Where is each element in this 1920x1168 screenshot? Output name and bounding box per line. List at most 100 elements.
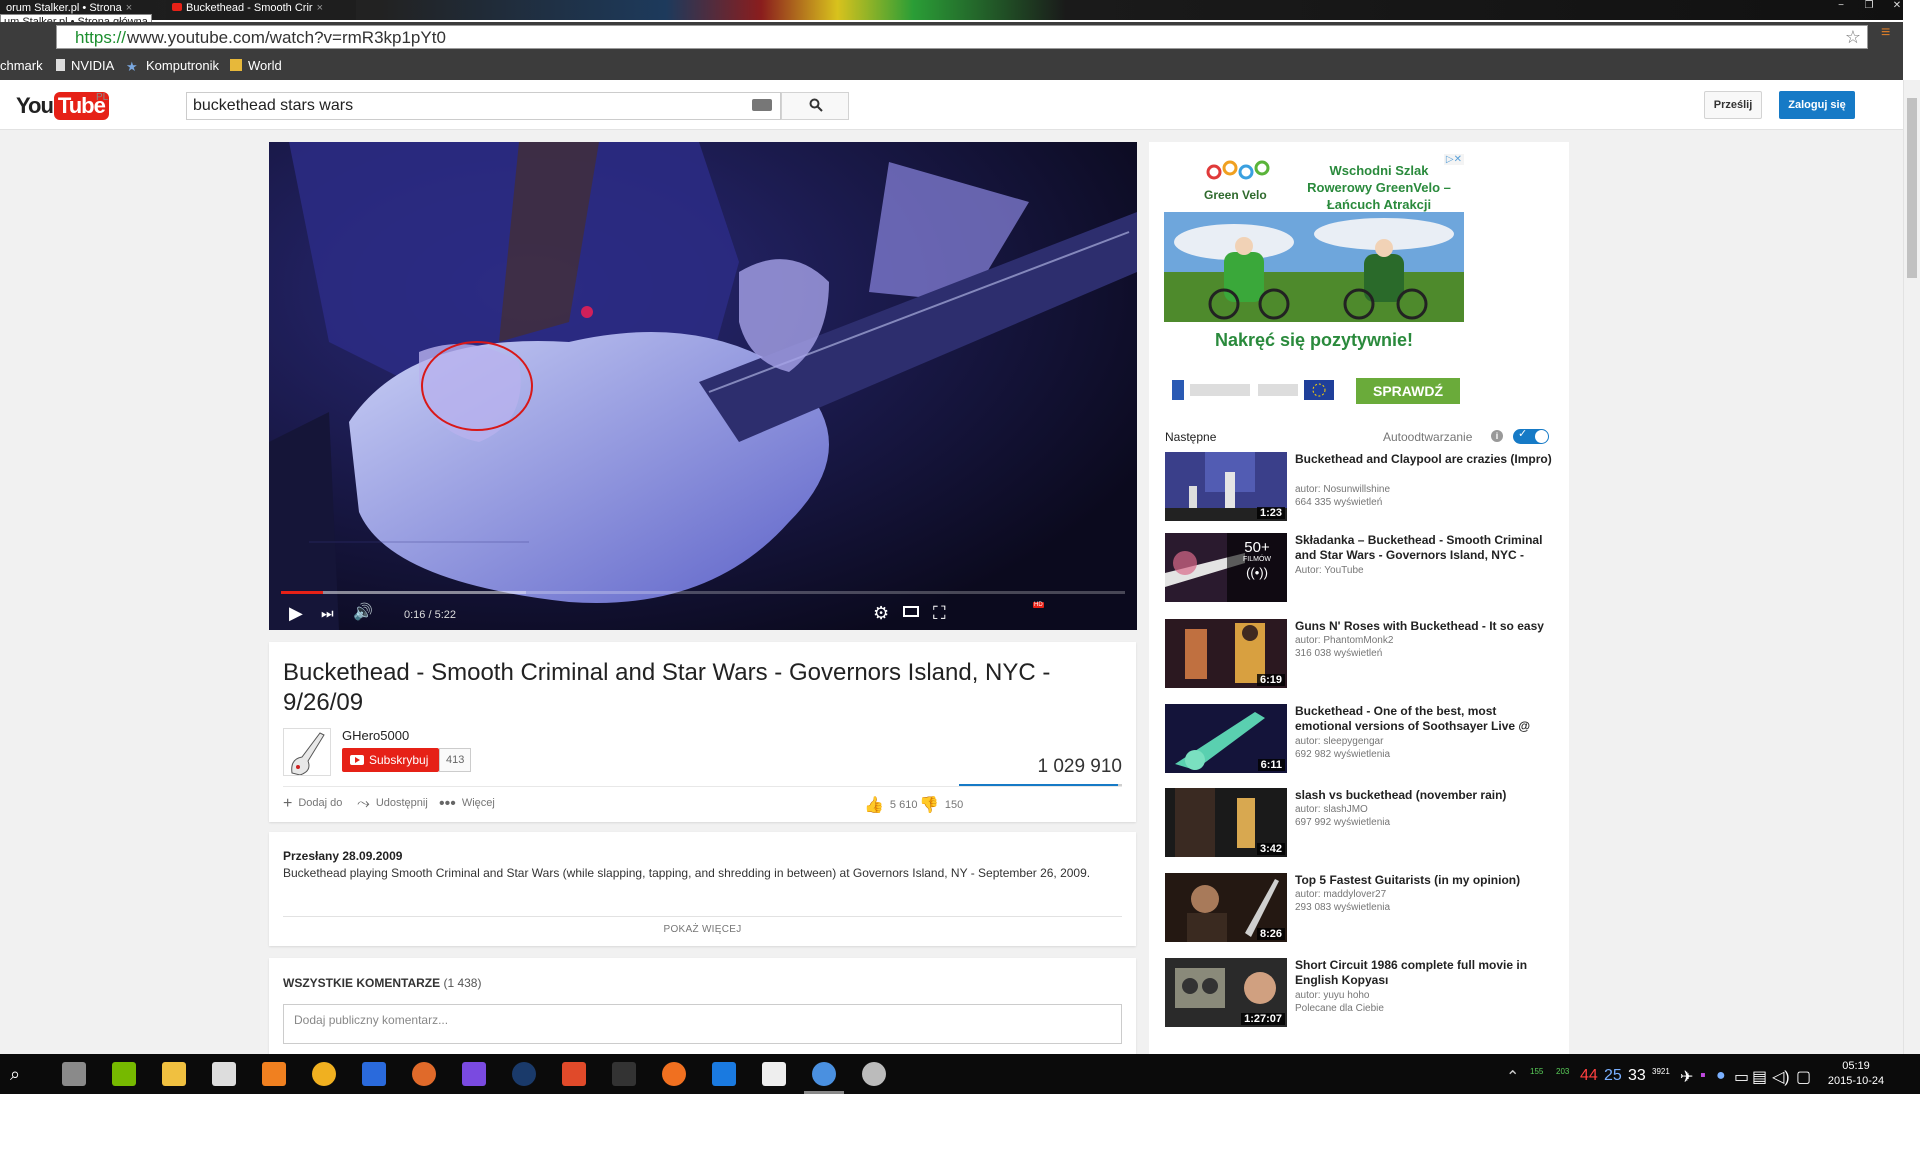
- next-icon[interactable]: ⏭: [321, 602, 334, 624]
- video-views: Polecane dla Ciebie: [1295, 1003, 1384, 1014]
- recommended-playlist[interactable]: 50+ FILMÓW ((•)) Składanka – Buckethead …: [1165, 533, 1555, 603]
- channel-name[interactable]: GHero5000: [342, 728, 409, 743]
- nvidia-icon[interactable]: [112, 1062, 136, 1086]
- check-icon: ✓: [1518, 428, 1528, 440]
- task-view-icon[interactable]: [62, 1062, 86, 1086]
- video-thumbnail[interactable]: 6:11: [1165, 704, 1287, 773]
- video-player[interactable]: ▶ ⏭ 🔊 0:16 / 5:22 ⚙ HD ⛶: [269, 142, 1137, 630]
- like-button[interactable]: 👍 5 610: [864, 795, 917, 815]
- share-label: Udostępnij: [375, 797, 428, 809]
- app-icon[interactable]: [312, 1062, 336, 1086]
- scrollbar-thumb[interactable]: [1907, 98, 1917, 278]
- bookmark-star-icon[interactable]: ☆: [1845, 27, 1861, 48]
- ad-cta-button[interactable]: SPRAWDŹ: [1356, 378, 1460, 404]
- channel-avatar[interactable]: [283, 728, 331, 776]
- show-more-button[interactable]: POKAŻ WIĘCEJ: [269, 924, 1136, 935]
- search-icon[interactable]: ⌕: [10, 1062, 34, 1086]
- recommended-video[interactable]: 3:42 slash vs buckethead (november rain)…: [1165, 788, 1555, 858]
- comment-input[interactable]: Dodaj publiczny komentarz...: [283, 1004, 1122, 1044]
- browser-tab-strip: orum Stalker.pl • Strona × Buckethead - S…: [0, 0, 1903, 20]
- settings-gear-icon[interactable]: ⚙: [873, 602, 889, 624]
- bookmark-item-komputronik[interactable]: ★ Komputronik: [126, 58, 219, 73]
- video-thumbnail[interactable]: 1:23: [1165, 452, 1287, 521]
- progress-bar[interactable]: [281, 591, 1125, 594]
- address-bar[interactable]: https:// www.youtube.com/watch?v=rmR3kp1…: [56, 25, 1868, 49]
- network-icon[interactable]: ▤: [1752, 1067, 1767, 1087]
- app-icon[interactable]: [612, 1062, 636, 1086]
- youtube-logo[interactable]: You Tube: [16, 92, 109, 120]
- firefox-icon[interactable]: [662, 1062, 686, 1086]
- video-thumbnail[interactable]: 6:19: [1165, 619, 1287, 688]
- app-icon[interactable]: [862, 1062, 886, 1086]
- clock-time[interactable]: 05:19: [1826, 1060, 1886, 1072]
- playlist-thumbnail[interactable]: 50+ FILMÓW ((•)): [1165, 533, 1287, 602]
- video-title[interactable]: slash vs buckethead (november rain): [1295, 788, 1555, 803]
- volume-icon[interactable]: 🔊: [353, 602, 373, 624]
- steam-icon[interactable]: [512, 1062, 536, 1086]
- clock-date[interactable]: 2015-10-24: [1826, 1075, 1886, 1087]
- notifications-icon[interactable]: ▢: [1796, 1067, 1811, 1087]
- bookmark-item[interactable]: chmark: [0, 58, 43, 73]
- subscribe-button[interactable]: Subskrybuj: [342, 748, 439, 772]
- minimize-button[interactable]: −: [1828, 0, 1854, 14]
- edge-icon[interactable]: [712, 1062, 736, 1086]
- video-title[interactable]: Buckethead and Claypool are crazies (Imp…: [1295, 452, 1555, 467]
- mail-icon[interactable]: [762, 1062, 786, 1086]
- fullscreen-icon[interactable]: ⛶: [933, 602, 946, 624]
- video-title[interactable]: Składanka – Buckethead - Smooth Criminal…: [1295, 533, 1555, 563]
- keyboard-icon[interactable]: [752, 99, 772, 111]
- steam-tray-icon[interactable]: ●: [1716, 1067, 1726, 1085]
- video-title[interactable]: Buckethead - One of the best, most emoti…: [1295, 704, 1555, 734]
- signin-button[interactable]: Zaloguj się: [1779, 91, 1855, 119]
- video-thumbnail[interactable]: 1:27:07: [1165, 958, 1287, 1027]
- video-thumbnail[interactable]: 3:42: [1165, 788, 1287, 857]
- save-icon[interactable]: [462, 1062, 486, 1086]
- battery-icon[interactable]: ▭: [1734, 1067, 1749, 1087]
- browser-menu-icon[interactable]: ≡: [1881, 24, 1903, 42]
- mix-radio-icon: ((•)): [1246, 565, 1268, 580]
- video-thumbnail[interactable]: 8:26: [1165, 873, 1287, 942]
- tray-app-icon[interactable]: ▪: [1700, 1067, 1706, 1085]
- autoplay-toggle[interactable]: ✓: [1513, 428, 1549, 444]
- page-scrollbar[interactable]: [1903, 80, 1920, 1054]
- tab-close-icon[interactable]: ×: [126, 2, 132, 14]
- tab-close-icon[interactable]: ×: [317, 2, 323, 14]
- file-explorer-icon[interactable]: [162, 1062, 186, 1086]
- app-icon[interactable]: [562, 1062, 586, 1086]
- share-button[interactable]: ⤳ Udostępnij: [357, 795, 428, 813]
- recommended-video[interactable]: 6:11 Buckethead - One of the best, most …: [1165, 704, 1555, 774]
- chrome-icon[interactable]: [812, 1062, 836, 1086]
- play-icon[interactable]: ▶: [289, 602, 303, 624]
- info-icon[interactable]: i: [1491, 430, 1503, 442]
- recommended-video[interactable]: 1:23 Buckethead and Claypool are crazies…: [1165, 452, 1555, 522]
- calendar-icon[interactable]: [212, 1062, 236, 1086]
- tray-expand-icon[interactable]: ⌃: [1506, 1067, 1519, 1087]
- close-window-button[interactable]: ✕: [1884, 0, 1910, 14]
- volume-icon[interactable]: ◁): [1772, 1067, 1790, 1087]
- add-to-button[interactable]: + Dodaj do: [283, 795, 342, 813]
- app-icon[interactable]: [412, 1062, 436, 1086]
- more-button[interactable]: ••• Więcej: [439, 795, 495, 813]
- video-frame[interactable]: [269, 142, 1137, 630]
- search-button[interactable]: [781, 92, 849, 120]
- airplane-icon[interactable]: ✈: [1680, 1067, 1693, 1087]
- ad-tagline: Nakręć się pozytywnie!: [1214, 330, 1414, 350]
- maximize-button[interactable]: ❐: [1856, 0, 1882, 14]
- vlc-icon[interactable]: [262, 1062, 286, 1086]
- bookmark-item-nvidia[interactable]: NVIDIA: [56, 58, 114, 73]
- theater-mode-icon[interactable]: [903, 606, 919, 617]
- search-input[interactable]: [186, 92, 781, 120]
- video-title[interactable]: Guns N' Roses with Buckethead - It so ea…: [1295, 619, 1555, 634]
- video-title[interactable]: Short Circuit 1986 complete full movie i…: [1295, 958, 1555, 988]
- recommended-video[interactable]: 8:26 Top 5 Fastest Guitarists (in my opi…: [1165, 873, 1555, 943]
- bookmark-item-world[interactable]: World: [230, 58, 282, 73]
- recommended-video[interactable]: 1:27:07 Short Circuit 1986 complete full…: [1165, 958, 1555, 1028]
- malwarebytes-icon[interactable]: [362, 1062, 386, 1086]
- video-title[interactable]: Top 5 Fastest Guitarists (in my opinion): [1295, 873, 1555, 888]
- dislike-button[interactable]: 👎 150: [919, 795, 963, 815]
- recommended-video[interactable]: 6:19 Guns N' Roses with Buckethead - It …: [1165, 619, 1555, 689]
- tab-youtube[interactable]: Buckethead - Smooth Crir ×: [166, 0, 356, 20]
- upload-button[interactable]: Prześlij: [1704, 91, 1762, 119]
- ad-banner[interactable]: ▷✕ Green Velo Wschodni Szlak Rowerowy Gr…: [1164, 154, 1464, 414]
- hd-badge: HD: [1033, 602, 1044, 608]
